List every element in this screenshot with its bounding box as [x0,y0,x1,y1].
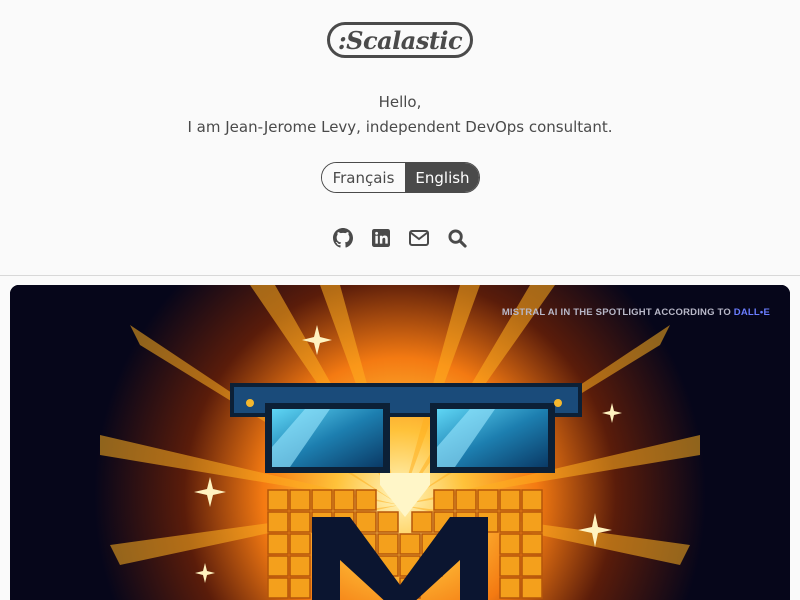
lang-french-button[interactable]: Français [322,163,406,192]
intro-text: Hello, I am Jean-Jerome Levy, independen… [0,90,800,140]
search-icon[interactable] [446,227,468,249]
lang-english-button[interactable]: English [406,163,479,192]
header-divider [0,275,800,276]
intro-line: I am Jean-Jerome Levy, independent DevOp… [187,118,613,136]
hero-image[interactable]: MISTRAL AI IN THE SPOTLIGHT ACCORDING TO… [10,285,790,600]
site-header: :Scalastic Hello, I am Jean-Jerome Levy,… [0,0,800,276]
social-links [332,226,468,250]
dalle-link[interactable]: DALL•E [734,307,770,318]
hero-caption-text: MISTRAL AI IN THE SPOTLIGHT ACCORDING TO [501,307,734,318]
site-logo[interactable]: :Scalastic [327,22,473,58]
hero-caption: MISTRAL AI IN THE SPOTLIGHT ACCORDING TO… [502,307,770,318]
github-icon[interactable] [332,227,354,249]
mistral-pixel-art-illustration [10,285,790,600]
language-switcher: Français English [321,162,480,193]
linkedin-icon[interactable] [370,227,392,249]
greeting: Hello, [378,93,422,111]
mail-icon[interactable] [408,227,430,249]
